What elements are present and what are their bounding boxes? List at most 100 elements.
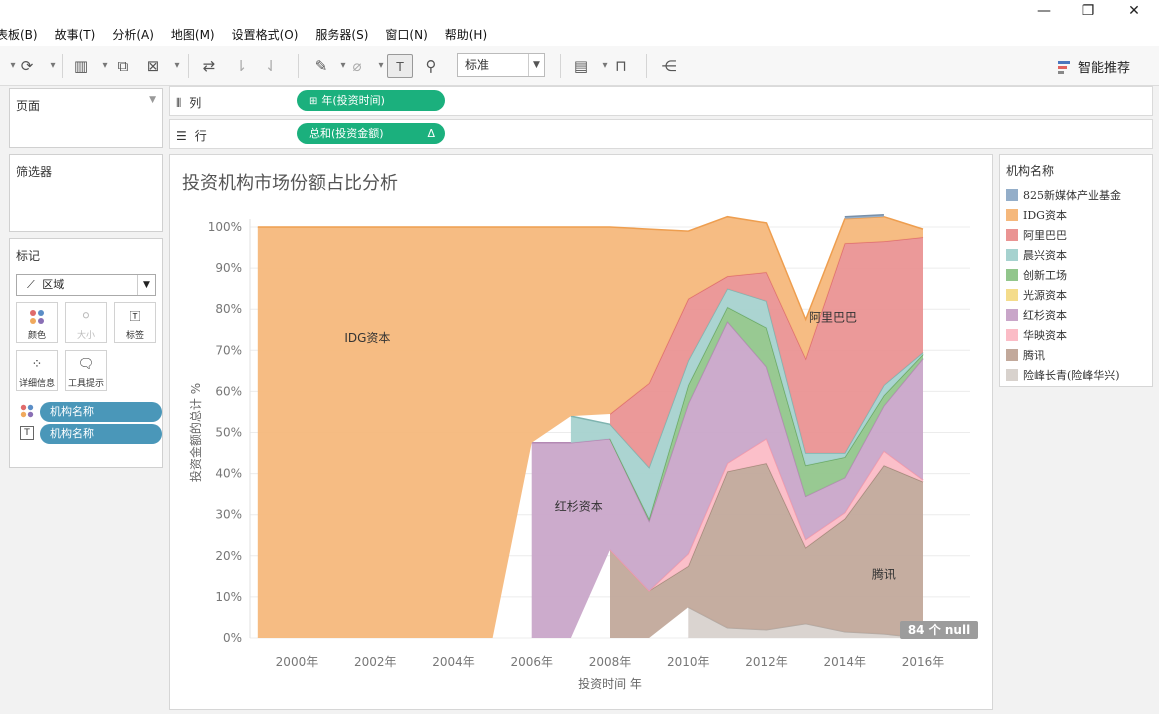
x-tick-label: 2008年 [589,655,632,669]
legend-swatch [1006,309,1018,321]
y-tick-label: 20% [215,549,242,563]
color-legend[interactable]: 机构名称 825新媒体产业基金 IDG资本 阿里巴巴 晨兴资本 创新工场 光源资本 红杉资本… [999,154,1153,387]
new-worksheet-icon[interactable]: ▥ [72,54,90,78]
x-axis-title: 投资时间 年 [578,676,642,691]
filters-card[interactable]: 筛选器 [9,154,163,232]
y-tick-label: 100% [208,220,242,234]
area-label: 阿里巴巴 [809,311,857,325]
marks-title: 标记 [16,249,41,263]
mark-type-select[interactable]: ⟋ 区域 ▼ [16,274,156,296]
menu-server[interactable]: 服务器(S) [315,26,368,43]
pin-axis-icon[interactable]: ⚲ [422,54,440,78]
close-icon[interactable]: ✕ [1120,2,1148,20]
legend-item[interactable]: 晨兴资本 [1006,245,1067,265]
area-chart[interactable]: 100% 90% 80% 70% 60% 50% 40% 30% 20% 10% 0% 2000年 20… [170,155,992,709]
label-label: 标签 [125,331,144,341]
color-icon [17,306,57,328]
x-tick-label: 2014年 [824,655,867,669]
share-icon[interactable]: ⋲ [660,54,678,78]
x-tick-label: 2010年 [667,655,710,669]
legend-item[interactable]: 光源资本 [1006,285,1067,305]
legend-label: 腾讯 [1023,349,1045,362]
null-indicator-label: 84 个 null [908,622,970,637]
legend-item[interactable]: 险峰长青(险峰华兴) [1006,365,1120,385]
clear-sheet-icon[interactable]: ⊠ [144,54,162,78]
pages-card[interactable]: 页面 ▼ [9,88,163,148]
x-tick-label: 2016年 [902,655,945,669]
label-field-label: 机构名称 [40,424,162,444]
legend-item[interactable]: 华映资本 [1006,325,1067,345]
pages-title: 页面 [16,99,41,113]
color-icon [20,404,34,418]
area-chart-icon: ⟋ [27,278,35,291]
y-tick-label: 70% [215,343,242,357]
mark-type-value: 区域 [42,278,65,291]
menu-help[interactable]: 帮助(H) [445,26,487,43]
menu-analysis[interactable]: 分析(A) [112,26,154,43]
menu-window[interactable]: 窗口(N) [385,26,427,43]
rows-icon: ☰ [176,129,187,143]
legend-swatch [1006,329,1018,341]
x-tick-label: 2006年 [510,655,553,669]
y-tick-label: 40% [215,467,242,481]
x-tick-label: 2012年 [745,655,788,669]
detail-label: 详细信息 [18,379,55,389]
rows-shelf-label: ☰ 行 [176,129,207,143]
highlight-icon[interactable]: ✎ [312,54,330,78]
rows-pill[interactable]: 总和(投资金额) Δ [297,123,445,144]
presentation-mode-icon[interactable]: ⊓ [612,54,630,78]
label-button[interactable]: 🅃 标签 [114,302,156,343]
legend-item[interactable]: IDG资本 [1006,205,1067,225]
menu-map[interactable]: 地图(M) [171,26,215,43]
area-label: 红杉资本 [555,499,603,514]
duplicate-sheet-icon[interactable]: ⧉ [114,54,132,78]
fit-select-value: 标准 [465,58,490,72]
chevron-down-icon[interactable]: ▼ [149,95,156,105]
color-button[interactable]: 颜色 [16,302,58,343]
legend-item[interactable]: 红杉资本 [1006,305,1067,325]
expand-icon: ⊞ [309,96,318,107]
show-cards-icon[interactable]: ▤ [572,54,590,78]
size-button[interactable]: ⚪ 大小 [65,302,107,343]
clear-dropdown-icon[interactable]: ▾ [168,54,186,78]
legend-swatch [1006,369,1018,381]
menu-story[interactable]: 故事(T) [55,26,96,43]
group-members-icon[interactable]: ⌀ [348,54,366,78]
color-field-label: 机构名称 [40,402,162,422]
columns-pill[interactable]: ⊞ 年(投资时间) [297,90,445,111]
columns-shelf[interactable]: ⦀ 列 ⊞ 年(投资时间) [169,86,1153,116]
rows-shelf[interactable]: ☰ 行 总和(投资金额) Δ [169,119,1153,149]
fit-select[interactable]: 标准 ▼ [457,53,545,77]
menu-dashboard[interactable]: 表板(B) [0,26,38,43]
columns-shelf-label: ⦀ 列 [176,96,202,110]
menu-format[interactable]: 设置格式(O) [232,26,299,43]
redo-dropdown-icon[interactable]: ▾ [44,54,62,78]
legend-swatch [1006,289,1018,301]
chevron-down-icon: ▼ [137,275,155,295]
show-mark-labels-icon[interactable]: T [387,54,413,78]
restore-icon[interactable]: ❐ [1074,2,1102,20]
sort-ascending-icon[interactable]: ⇂ [232,54,250,78]
detail-icon: ⁘ [31,357,43,372]
legend-item[interactable]: 825新媒体产业基金 [1006,185,1121,205]
legend-swatch [1006,249,1018,261]
legend-item[interactable]: 腾讯 [1006,345,1045,365]
text-label-icon: T [20,426,34,440]
legend-item[interactable]: 阿里巴巴 [1006,225,1067,245]
legend-item[interactable]: 创新工场 [1006,265,1067,285]
legend-swatch [1006,209,1018,221]
x-tick-label: 2004年 [432,655,475,669]
tooltip-icon: 🗨 [77,357,95,372]
x-tick-label: 2000年 [276,655,319,669]
detail-button[interactable]: ⁘ 详细信息 [16,350,58,391]
sort-descending-icon[interactable]: ⇃ [262,54,280,78]
new-worksheet-dropdown-icon[interactable]: ▾ [96,54,114,78]
minimize-icon[interactable]: — [1030,2,1058,20]
label-icon: 🅃 [129,310,141,323]
tooltip-button[interactable]: 🗨 工具提示 [65,350,107,391]
size-label: 大小 [76,331,95,341]
chevron-down-icon: ▼ [528,54,544,76]
swap-rows-columns-icon[interactable]: ⇄ [200,54,218,78]
smart-recommend-button[interactable]: 智能推荐 [1058,57,1130,76]
redo-icon[interactable]: ⟳ [18,54,36,78]
